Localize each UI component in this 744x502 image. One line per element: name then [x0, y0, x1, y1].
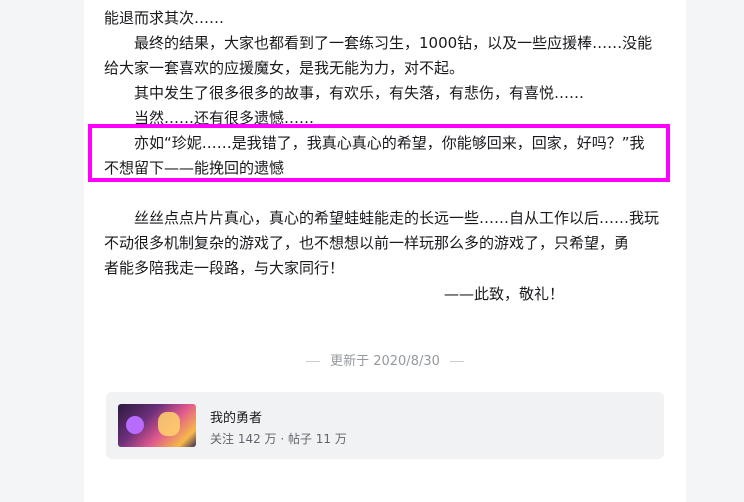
forum-name[interactable]: 我的勇者 [210, 407, 262, 426]
paragraph-line: 者能多陪我走一段路，与大家同行！ [104, 259, 345, 277]
paragraph-line: 能退而求其次…… [104, 9, 225, 27]
forum-card[interactable]: 我的勇者 关注 142 万 · 帖子 11 万 [106, 392, 664, 459]
updated-label: 更新于 2020/8/30 [330, 354, 440, 369]
paragraph-line: 给大家一套喜欢的应援魔女，是我无能为力，对不起。 [104, 59, 465, 77]
divider [306, 361, 321, 362]
paragraph-line: 丝丝点点片片真心，真心的希望蛙蛙能走的长远一些……自从工作以后……我玩 [134, 209, 660, 227]
signature: ——此致，敬礼！ [443, 285, 564, 303]
divider [449, 361, 464, 362]
updated-time: 更新于 2020/8/30 [84, 350, 686, 369]
paragraph-line: 不动很多机制复杂的游戏了，也不想想以前一样玩那么多的游戏了，只希望，勇 [104, 234, 630, 252]
forum-stats: 关注 142 万 · 帖子 11 万 [210, 432, 347, 446]
post-page: 能退而求其次…… 最终的结果，大家也都看到了一套练习生，1000钻，以及一些应援… [84, 0, 686, 502]
paragraph-line: 其中发生了很多很多的故事，有欢乐，有失落，有悲伤，有喜悦…… [134, 84, 585, 102]
paragraph-line: 最终的结果，大家也都看到了一套练习生，1000钻，以及一些应援棒……没能 [134, 34, 653, 52]
highlight-box [88, 124, 670, 182]
game-cover-image [118, 404, 196, 447]
